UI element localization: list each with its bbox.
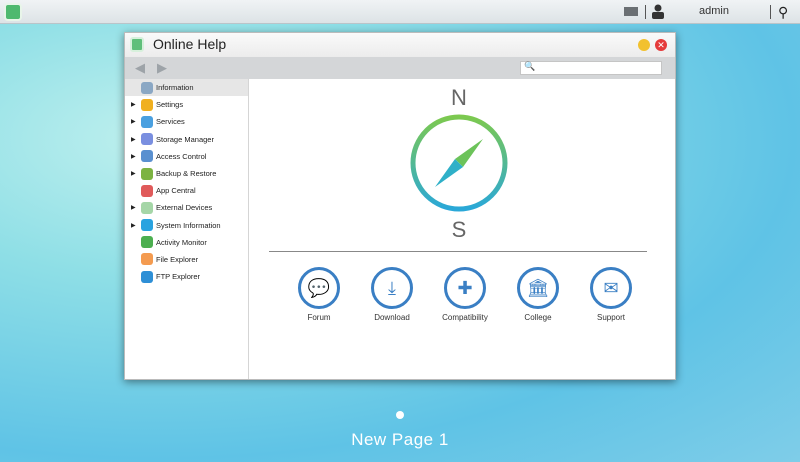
keyboard-icon[interactable] — [624, 7, 638, 16]
forward-button[interactable]: ▶ — [157, 60, 167, 76]
module-icon — [141, 236, 153, 249]
sidebar-item-label: File Explorer — [156, 254, 199, 264]
sidebar-item[interactable]: ▶ Backup & Restore — [125, 165, 248, 182]
sidebar-item-label: Backup & Restore — [156, 169, 217, 179]
divider — [770, 5, 771, 19]
search-icon: 🔍 — [524, 61, 536, 71]
sidebar-item[interactable]: App Central — [125, 182, 248, 199]
help-link-college[interactable]: 🏛 College — [508, 267, 568, 322]
module-icon — [141, 115, 153, 128]
module-icon — [141, 253, 153, 266]
expand-arrow-icon[interactable]: ▶ — [131, 222, 136, 229]
module-icon — [141, 184, 153, 197]
sidebar-item-label: FTP Explorer — [156, 272, 201, 282]
help-link-download[interactable]: ⤓ Download — [362, 267, 422, 322]
sidebar-item[interactable]: Activity Monitor — [125, 234, 248, 251]
title-bar[interactable]: Online Help ✕ — [125, 33, 675, 57]
online-help-window: Online Help ✕ ◀ ▶ 🔍 Information ▶ Settings… — [124, 32, 676, 380]
user-icon[interactable] — [652, 4, 664, 19]
help-link-compatibility[interactable]: ✚ Compatibility — [435, 267, 495, 322]
compass-icon — [410, 114, 508, 212]
sidebar-item[interactable]: FTP Explorer — [125, 268, 248, 285]
top-bar: admin ⚲ — [0, 0, 800, 24]
module-icon — [141, 150, 153, 163]
sidebar-item-label: Information — [156, 83, 194, 93]
expand-arrow-icon[interactable]: ▶ — [131, 118, 136, 125]
home-icon[interactable] — [4, 3, 22, 21]
help-link-support[interactable]: ✉ Support — [581, 267, 641, 322]
sidebar-item-label: Storage Manager — [156, 134, 214, 144]
module-icon — [141, 133, 153, 146]
sidebar-item[interactable]: ▶ External Devices — [125, 199, 248, 216]
module-icon — [141, 201, 153, 214]
compass-south: S — [451, 217, 467, 242]
sidebar-item[interactable]: Information — [125, 79, 248, 97]
search-input[interactable] — [520, 61, 662, 75]
sidebar-item[interactable]: File Explorer — [125, 251, 248, 268]
module-icon — [141, 98, 153, 111]
sidebar-item-label: Access Control — [156, 151, 207, 161]
sidebar-item[interactable]: ▶ Settings — [125, 96, 248, 113]
search-icon[interactable]: ⚲ — [778, 4, 788, 21]
help-link-label: Compatibility — [442, 313, 488, 322]
close-button[interactable]: ✕ — [655, 39, 667, 51]
help-link-forum[interactable]: 💬 Forum — [289, 267, 349, 322]
bank-icon[interactable]: 🏛 — [517, 267, 559, 309]
sidebar-item[interactable]: ▶ System Information — [125, 217, 248, 234]
sidebar-item-label: Settings — [156, 100, 184, 110]
module-icon — [141, 167, 153, 180]
module-icon — [141, 219, 153, 232]
app-icon — [130, 37, 144, 52]
window-title: Online Help — [153, 36, 227, 52]
help-link-label: Forum — [307, 313, 331, 322]
compass-north: N — [451, 85, 467, 110]
expand-arrow-icon[interactable]: ▶ — [131, 153, 136, 160]
module-icon — [141, 81, 153, 94]
expand-arrow-icon[interactable]: ▶ — [131, 101, 136, 108]
desktop-page-label: New Page 1 — [351, 430, 449, 449]
sidebar-item-label: App Central — [156, 186, 196, 196]
sidebar-item[interactable]: ▶ Access Control — [125, 148, 248, 165]
sidebar-item[interactable]: ▶ Storage Manager — [125, 131, 248, 148]
toolbar: ◀ ▶ 🔍 — [125, 57, 675, 79]
help-link-label: Download — [374, 313, 410, 322]
mail-icon[interactable]: ✉ — [590, 267, 632, 309]
help-link-label: Support — [596, 313, 626, 322]
download-icon[interactable]: ⤓ — [371, 267, 413, 309]
module-icon — [141, 270, 153, 283]
minimize-button[interactable] — [638, 39, 650, 51]
username[interactable]: admin — [699, 5, 729, 17]
puzzle-icon[interactable]: ✚ — [444, 267, 486, 309]
chat-icon[interactable]: 💬 — [298, 267, 340, 309]
sidebar-item-label: System Information — [156, 220, 221, 230]
expand-arrow-icon[interactable]: ▶ — [131, 136, 136, 143]
help-link-label: College — [524, 313, 552, 322]
page-indicator[interactable] — [396, 411, 404, 419]
sidebar-item-label: External Devices — [156, 203, 213, 213]
main-content: N S 💬 Forum ⤓ Download ✚ Compatibility 🏛 Colleg… — [249, 79, 675, 379]
sidebar: Information ▶ Settings ▶ Services ▶ Storage Ma… — [125, 79, 249, 379]
divider — [269, 251, 647, 252]
divider — [645, 5, 646, 19]
back-button[interactable]: ◀ — [135, 60, 145, 76]
sidebar-item-label: Activity Monitor — [156, 237, 207, 247]
sidebar-item-label: Services — [156, 117, 185, 127]
sidebar-item[interactable]: ▶ Services — [125, 113, 248, 130]
expand-arrow-icon[interactable]: ▶ — [131, 170, 136, 177]
expand-arrow-icon[interactable]: ▶ — [131, 204, 136, 211]
